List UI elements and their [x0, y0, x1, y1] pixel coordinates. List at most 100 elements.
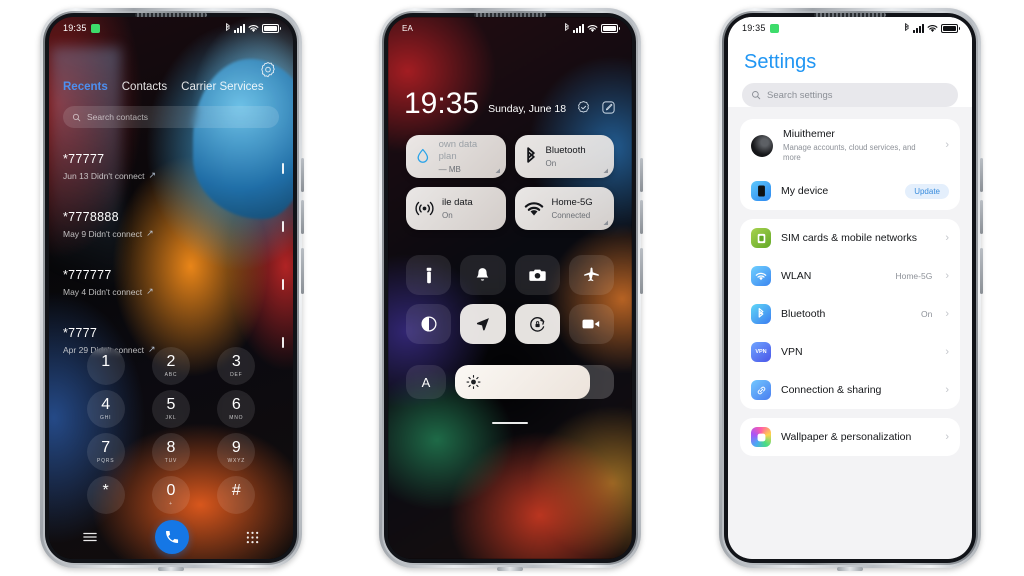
- connection-sharing-label: Connection & sharing: [781, 383, 882, 396]
- dial-key-6[interactable]: 6 MNO: [217, 390, 256, 428]
- key-letters: +: [169, 501, 173, 507]
- table-row[interactable]: *7778888 May 9 Didn't connect ↗: [49, 203, 293, 261]
- wifi-icon: [751, 266, 771, 287]
- tile-expand-icon[interactable]: [602, 219, 608, 225]
- battery-icon: [262, 23, 281, 33]
- outgoing-arrow-icon: ↗: [148, 170, 157, 180]
- brightness-slider[interactable]: [455, 365, 614, 399]
- tile-bluetooth[interactable]: Bluetooth On: [514, 135, 614, 178]
- settings-badge-icon[interactable]: [576, 100, 591, 115]
- toggle-ringer[interactable]: [460, 255, 506, 295]
- volume-up-button[interactable]: [640, 158, 643, 192]
- dial-key-1[interactable]: 1: [86, 347, 125, 385]
- phone3-screen: 19:35 Settings Search settings Miuitheme…: [728, 17, 972, 559]
- toggle-airplane-mode[interactable]: [568, 255, 614, 295]
- account-subtitle: Manage accounts, cloud services, and mor…: [783, 143, 916, 163]
- settings-scroll-area[interactable]: Settings Search settings Miuithemer Mana…: [728, 39, 972, 559]
- menu-icon[interactable]: [83, 531, 97, 543]
- tile-subtitle: On: [442, 210, 453, 220]
- toggle-camera[interactable]: [514, 255, 560, 295]
- tab-carrier-services[interactable]: Carrier Services: [181, 81, 263, 93]
- status-bar: 19:35: [49, 17, 293, 39]
- list-item-vpn[interactable]: VPN VPN ›: [740, 333, 960, 371]
- dial-key-hash[interactable]: #: [217, 476, 256, 514]
- toggle-location[interactable]: [460, 304, 506, 344]
- power-button[interactable]: [640, 248, 643, 294]
- tile-wifi[interactable]: Home-5G Connected: [514, 187, 614, 230]
- carrier-label: EA: [402, 23, 414, 33]
- search-contacts-field[interactable]: Search contacts: [63, 106, 279, 128]
- dial-key-0[interactable]: 0 +: [151, 476, 190, 514]
- location-icon: [476, 318, 489, 331]
- list-item-connection-sharing[interactable]: Connection & sharing ›: [740, 371, 960, 409]
- list-item-bluetooth[interactable]: Bluetooth On ›: [740, 295, 960, 333]
- bluetooth-value: On: [920, 309, 933, 320]
- recent-calls-list: *77777 Jun 13 Didn't connect ↗ *7778888 M…: [49, 145, 293, 377]
- search-settings-field[interactable]: Search settings: [742, 83, 958, 107]
- tile-data-plan[interactable]: own data plan — MB: [406, 135, 506, 178]
- dial-key-3[interactable]: 3 DEF: [217, 347, 256, 385]
- camera-icon: [528, 269, 546, 281]
- search-icon: [752, 91, 761, 100]
- update-badge[interactable]: Update: [905, 183, 949, 199]
- tile-expand-icon[interactable]: [602, 167, 608, 173]
- toggle-dark-mode[interactable]: [406, 304, 452, 344]
- chevron-right-icon: ›: [945, 345, 949, 358]
- call-info-button[interactable]: [282, 279, 284, 290]
- volume-down-button[interactable]: [640, 200, 643, 234]
- volume-up-button[interactable]: [301, 158, 304, 192]
- key-digit: 7: [101, 439, 111, 456]
- airplane-icon: [584, 267, 599, 282]
- call-button[interactable]: [154, 520, 189, 554]
- account-card: Miuithemer Manage accounts, cloud servic…: [740, 119, 960, 211]
- list-item-my-device[interactable]: My device Update: [740, 172, 960, 210]
- wlan-label: WLAN: [781, 269, 812, 282]
- status-time: 19:35: [63, 23, 87, 33]
- list-item-wlan[interactable]: WLAN Home-5G ›: [740, 257, 960, 295]
- brightness-sun-icon: [466, 374, 481, 390]
- auto-brightness-button[interactable]: A: [406, 365, 446, 399]
- phone-control-center: EA 19:35 Sunday, June 18 own data plan —…: [379, 8, 643, 571]
- earpiece-speaker: [474, 13, 546, 17]
- home-indicator[interactable]: [492, 421, 528, 424]
- tab-contacts[interactable]: Contacts: [122, 81, 167, 93]
- table-row[interactable]: *77777 Jun 13 Didn't connect ↗: [49, 145, 293, 203]
- search-settings-placeholder: Search settings: [767, 89, 833, 101]
- dial-key-9[interactable]: 9 WXYZ: [217, 433, 256, 471]
- call-number: *77777: [63, 152, 105, 166]
- keypad-icon[interactable]: [246, 531, 259, 544]
- dial-key-2[interactable]: 2 ABC: [151, 347, 190, 385]
- table-row[interactable]: *777777 May 4 Didn't connect ↗: [49, 261, 293, 319]
- dial-key-7[interactable]: 7 PQRS: [86, 433, 125, 471]
- wlan-value: Home-5G: [895, 271, 933, 282]
- tile-expand-icon[interactable]: [494, 167, 500, 173]
- power-button[interactable]: [301, 248, 304, 294]
- volume-down-button[interactable]: [980, 200, 983, 234]
- tab-recents[interactable]: Recents: [63, 81, 108, 93]
- clock-date: Sunday, June 18: [488, 102, 567, 115]
- bluetooth-icon: [226, 23, 230, 31]
- dial-key-star[interactable]: *: [86, 476, 125, 514]
- toggle-rotation-lock[interactable]: [514, 304, 560, 344]
- toggle-screen-recorder[interactable]: [568, 304, 614, 344]
- call-detail: Jun 13 Didn't connect: [63, 170, 145, 181]
- dial-key-4[interactable]: 4 GHI: [86, 390, 125, 428]
- call-info-button[interactable]: [282, 163, 284, 174]
- list-item-sim-cards[interactable]: SIM cards & mobile networks ›: [740, 219, 960, 257]
- volume-down-button[interactable]: [301, 200, 304, 234]
- screen-record-icon: [582, 319, 600, 329]
- tile-mobile-data[interactable]: ile data On: [406, 187, 506, 230]
- power-button[interactable]: [980, 248, 983, 294]
- dialpad: 1 2 ABC 3 DEF 4 GHI 5 JKL 6 MNO 7 PQRS 8 TUV 9 W…: [49, 347, 293, 554]
- gear-icon[interactable]: [259, 61, 277, 79]
- list-item-account[interactable]: Miuithemer Manage accounts, cloud servic…: [740, 119, 960, 172]
- dial-key-5[interactable]: 5 JKL: [151, 390, 190, 428]
- list-item-wallpaper[interactable]: Wallpaper & personalization ›: [740, 418, 960, 456]
- volume-up-button[interactable]: [980, 158, 983, 192]
- toggle-flashlight[interactable]: [406, 255, 452, 295]
- call-info-button[interactable]: [282, 221, 284, 232]
- key-letters: ABC: [164, 372, 178, 378]
- edit-icon[interactable]: [601, 100, 616, 115]
- earpiece-speaker: [814, 13, 886, 17]
- dial-key-8[interactable]: 8 TUV: [151, 433, 190, 471]
